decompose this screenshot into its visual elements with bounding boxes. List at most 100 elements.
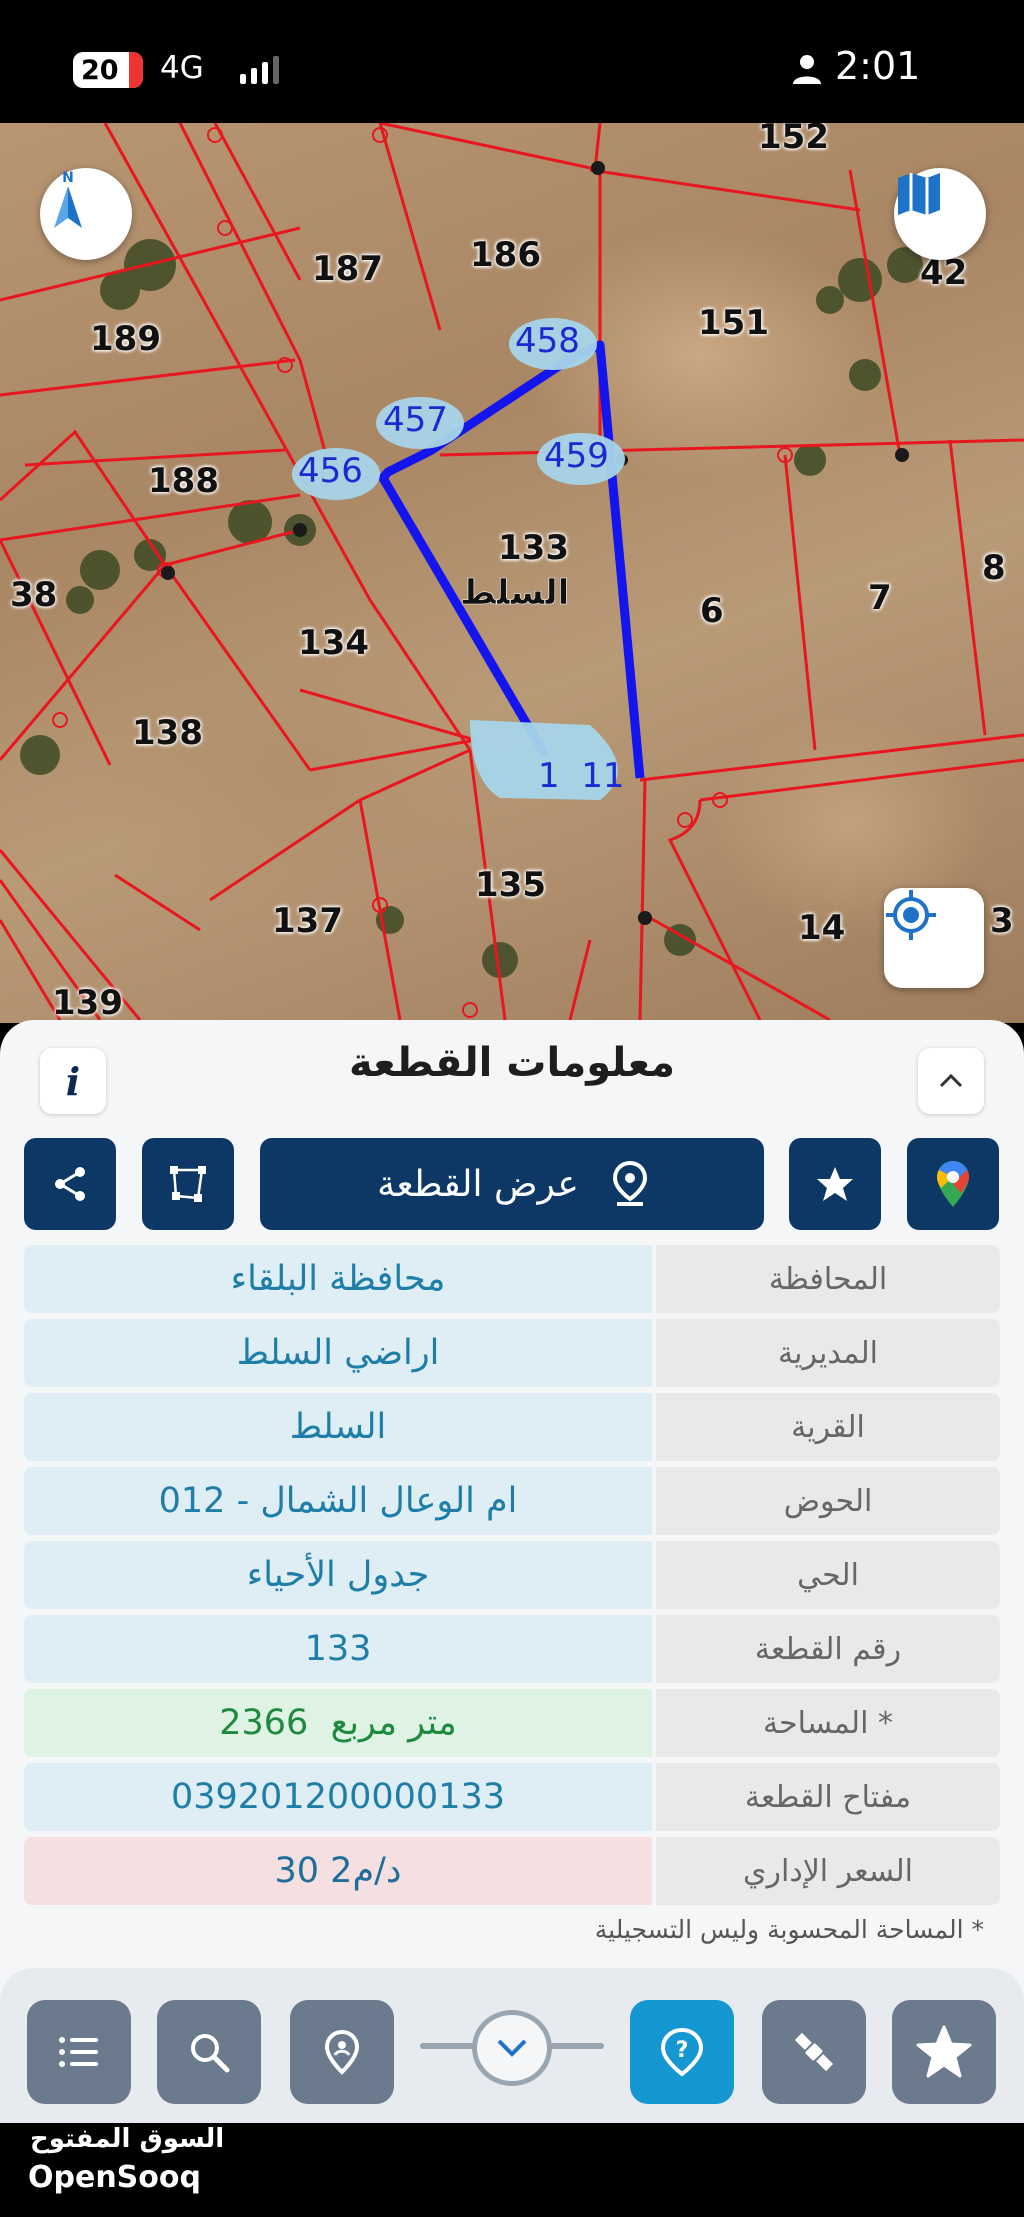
chevron-down-icon (497, 2039, 527, 2057)
watermark-logo: OpenSooq (28, 2160, 201, 2195)
parcel-label: 189 (90, 319, 161, 359)
parcel-label: 135 (475, 865, 546, 905)
detail-value: محافظة البلقاء (24, 1245, 652, 1313)
list-button[interactable] (27, 2000, 131, 2104)
sheet-title: معلومات القطعة (349, 1040, 675, 1086)
point-label-bubbles (292, 318, 625, 800)
parcel-label: 152 (758, 123, 829, 157)
detail-row: محافظة البلقاء المحافظة (24, 1245, 1000, 1313)
detail-row: ام الوعال الشمال - 012 الحوض (24, 1467, 1000, 1535)
parcel-label: 3 (990, 901, 1014, 941)
parcel-label: 38 (10, 575, 58, 615)
detail-value: 30 د/م2 (24, 1837, 652, 1905)
watermark-arabic: السوق المفتوح (30, 2124, 225, 2154)
map-book-icon (898, 173, 940, 215)
google-maps-icon (937, 1161, 969, 1207)
area-name-label: السلط (460, 573, 570, 614)
north-compass-icon: N (54, 170, 82, 228)
detail-value: ام الوعال الشمال - 012 (24, 1467, 652, 1535)
svg-text:?: ? (676, 2038, 689, 2063)
person-icon (793, 55, 821, 84)
satellite-map[interactable]: 458 457 456 459 1 11 152 186 187 189 42 … (0, 123, 1024, 1023)
detail-label: رقم القطعة (656, 1615, 1000, 1683)
satellite-button[interactable] (762, 2000, 866, 2104)
collapse-button[interactable] (918, 1048, 984, 1114)
help-button[interactable]: ? (630, 2000, 734, 2104)
parcel-label: 6 (700, 591, 724, 631)
parcel-label: 133 (498, 528, 569, 568)
notification-badge: 20 (73, 52, 143, 88)
satellite-icon (794, 2032, 834, 2072)
point-label: 459 (544, 436, 609, 476)
compass-letter: N (62, 170, 74, 186)
location-pin-icon (324, 2029, 360, 2075)
list-icon (59, 2037, 98, 2067)
location-button[interactable] (290, 2000, 394, 2104)
my-location-button[interactable] (884, 888, 984, 988)
north-compass-button[interactable]: N (40, 168, 132, 260)
parcel-label: 134 (298, 623, 369, 663)
detail-row: 30 د/م2 السعر الإداري (24, 1837, 1000, 1905)
detail-value: جدول الأحياء (24, 1541, 652, 1609)
area-footnote: * المساحة المحسوبة وليس التسجيلية (594, 1915, 984, 1944)
detail-value: اراضي السلط (24, 1319, 652, 1387)
detail-label: السعر الإداري (656, 1837, 1000, 1905)
detail-label: القرية (656, 1393, 1000, 1461)
detail-value: 133 (24, 1615, 652, 1683)
info-icon: i (65, 1058, 81, 1104)
favorites-button[interactable] (892, 2000, 996, 2104)
map-layers-button[interactable] (894, 168, 986, 260)
expand-sheet-button[interactable] (472, 2010, 552, 2086)
point-label: 458 (515, 321, 580, 361)
show-parcel-button[interactable]: عرض القطعة (260, 1138, 764, 1230)
detail-label: المحافظة (656, 1245, 1000, 1313)
status-bar: 20 4G 2:01 (0, 0, 1024, 123)
detail-row: 2366 متر مربع المساحة * (24, 1689, 1000, 1757)
search-button[interactable] (157, 2000, 261, 2104)
clock: 2:01 (835, 44, 921, 88)
parcel-label: 139 (52, 983, 123, 1023)
location-pin-icon (612, 1161, 647, 1206)
detail-label: مفتاح القطعة (656, 1763, 1000, 1831)
detail-label: الحي (656, 1541, 1000, 1609)
parcel-label: 188 (148, 461, 219, 501)
google-maps-button[interactable] (907, 1138, 999, 1230)
search-icon (191, 2034, 230, 2073)
info-button[interactable]: i (40, 1048, 106, 1114)
parcel-label: 8 (982, 548, 1006, 588)
detail-row: 039201200000133 مفتاح القطعة (24, 1763, 1000, 1831)
star-icon (817, 1167, 853, 1201)
point-label: 456 (298, 451, 363, 491)
detail-value: 039201200000133 (24, 1763, 652, 1831)
detail-value: السلط (24, 1393, 652, 1461)
favorite-button[interactable] (789, 1138, 881, 1230)
help-icon: ? (660, 2027, 704, 2077)
polygon-shape-icon (170, 1166, 206, 1202)
detail-label: الحوض (656, 1467, 1000, 1535)
detail-label: المساحة * (656, 1689, 1000, 1757)
parcel-label: 14 (798, 908, 846, 948)
show-parcel-label: عرض القطعة (377, 1163, 579, 1205)
detail-row: اراضي السلط المديرية (24, 1319, 1000, 1387)
favorites-icon (916, 2025, 972, 2078)
detail-label: المديرية (656, 1319, 1000, 1387)
point-label: 457 (383, 400, 448, 440)
parcel-label: 187 (312, 249, 383, 289)
chevron-up-icon (939, 1073, 963, 1088)
network-type: 4G (160, 50, 204, 86)
detail-value: 2366 متر مربع (24, 1689, 652, 1757)
parcel-label: 138 (132, 713, 203, 753)
parcel-details-table: محافظة البلقاء المحافظة اراضي السلط المد… (24, 1245, 1000, 1911)
my-location-icon (886, 890, 936, 940)
parcel-shape-button[interactable] (142, 1138, 234, 1230)
signal-icon (240, 54, 279, 84)
detail-row: جدول الأحياء الحي (24, 1541, 1000, 1609)
share-icon (55, 1167, 85, 1201)
notification-count: 20 (81, 54, 119, 86)
parcel-label: 186 (470, 235, 541, 275)
share-button[interactable] (24, 1138, 116, 1230)
parcel-label: 151 (698, 303, 769, 343)
parcel-label: 7 (868, 578, 892, 618)
detail-row: 133 رقم القطعة (24, 1615, 1000, 1683)
parcel-label: 137 (272, 901, 343, 941)
